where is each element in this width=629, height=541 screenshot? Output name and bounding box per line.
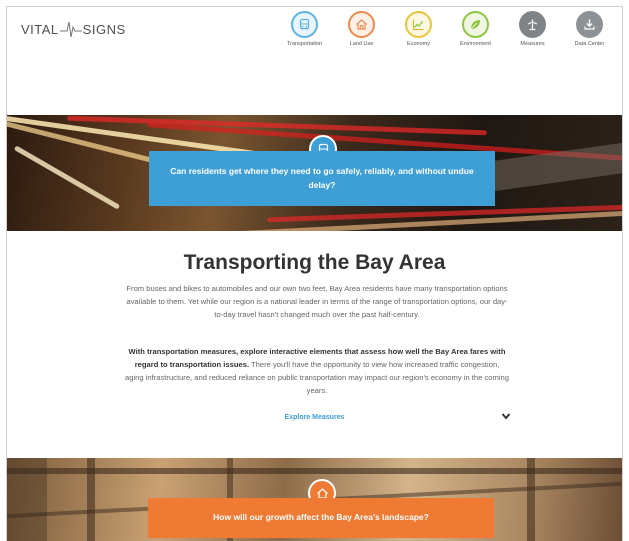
- nav-item-transportation[interactable]: Transportation: [276, 11, 333, 47]
- nav-item-land-use[interactable]: Land Use: [333, 11, 390, 47]
- nav-item-environment[interactable]: Environment: [447, 11, 504, 47]
- logo-text-right: SIGNS: [82, 21, 126, 37]
- leaf-icon: [462, 11, 489, 38]
- logo-text-left: VITAL: [21, 21, 59, 37]
- nav-label-economy: Economy: [407, 41, 430, 47]
- nav-item-measures[interactable]: Measures: [504, 11, 561, 47]
- nav-label-measures: Measures: [520, 41, 545, 47]
- measures-paragraph: With transportation measures, explore in…: [125, 345, 509, 397]
- nav-item-economy[interactable]: Economy: [390, 11, 447, 47]
- nav-label-transportation: Transportation: [286, 41, 323, 47]
- nav-item-data-center[interactable]: Data Center: [561, 11, 618, 47]
- house-icon: [348, 11, 375, 38]
- download-icon: [576, 11, 603, 38]
- main-nav: Transportation Land Use Economy Environm…: [276, 11, 618, 47]
- site-header: VITAL SIGNS Transportation Land Use Econ…: [7, 7, 622, 55]
- transportation-intro: Transporting the Bay Area From buses and…: [7, 231, 622, 458]
- chart-icon: [405, 11, 432, 38]
- bus-icon: [291, 11, 318, 38]
- vital-signs-logo[interactable]: VITAL SIGNS: [21, 19, 126, 39]
- nav-label-data-center: Data Center: [574, 41, 605, 47]
- measures-icon: [519, 11, 546, 38]
- nav-label-land-use: Land Use: [349, 41, 374, 47]
- heartbeat-icon: [59, 21, 82, 38]
- page-frame: VITAL SIGNS Transportation Land Use Econ…: [6, 6, 623, 541]
- land-use-question-banner[interactable]: How will our growth affect the Bay Area'…: [148, 498, 494, 538]
- nav-label-environment: Environment: [460, 41, 491, 47]
- chevron-down-icon[interactable]: [501, 411, 511, 421]
- explore-measures-link[interactable]: Explore Measures: [7, 414, 622, 421]
- intro-paragraph: From buses and bikes to automobiles and …: [126, 284, 508, 319]
- transportation-question-banner[interactable]: Can residents get where they need to go …: [149, 151, 495, 206]
- section-title: Transporting the Bay Area: [183, 251, 446, 274]
